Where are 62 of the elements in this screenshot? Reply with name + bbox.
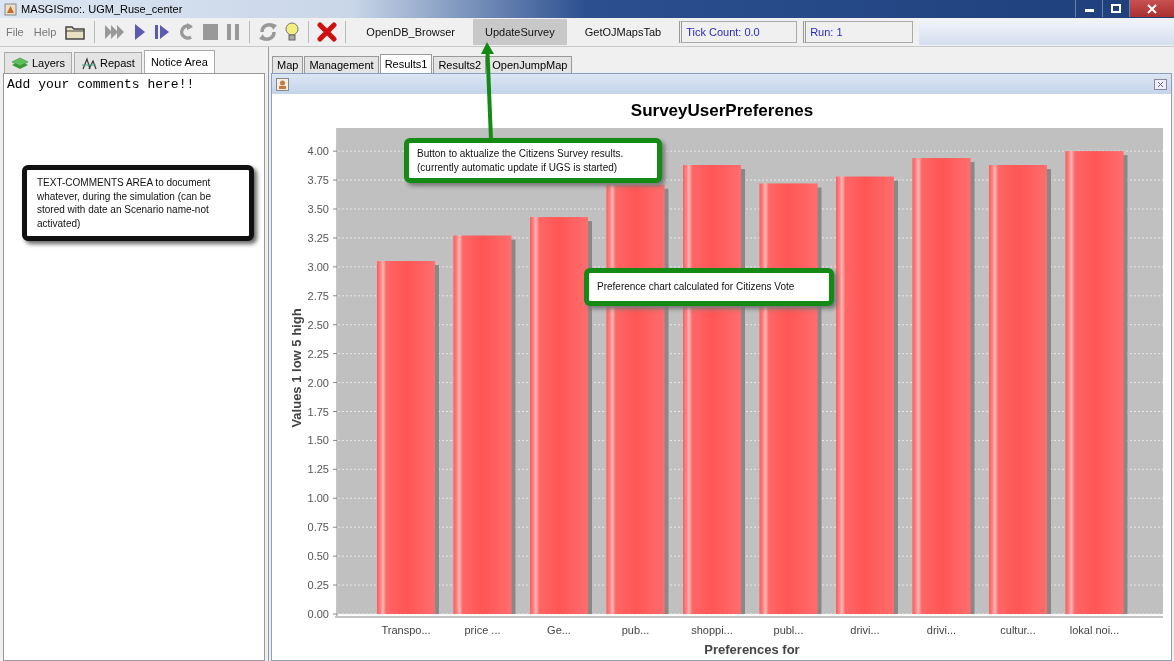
category-label: publ...	[773, 624, 804, 636]
refresh-icon[interactable]	[258, 21, 279, 43]
tick-label: 1.75	[307, 405, 329, 418]
category-label: cultur...	[1000, 624, 1036, 636]
lightbulb-icon[interactable]	[284, 21, 301, 43]
category-label: pub...	[621, 624, 650, 636]
view-tab[interactable]: OpenJumpMap	[487, 56, 573, 73]
close-icon[interactable]	[317, 21, 338, 43]
tick-label: 3.25	[307, 231, 329, 244]
chart-title: SurveyUserPreferenes	[630, 101, 814, 120]
frame-icon	[276, 77, 289, 91]
view-tab[interactable]: Map	[272, 56, 304, 73]
toolbar-button[interactable]: GetOJMapsTab	[572, 19, 674, 45]
status-field: Run: 1	[803, 21, 914, 43]
tick-label: 2.75	[307, 289, 329, 302]
close-button[interactable]	[1129, 0, 1174, 17]
tick-label: 0.25	[307, 579, 329, 592]
panel-tab[interactable]: Layers	[4, 52, 73, 73]
panel-tab[interactable]: Repast	[74, 52, 142, 73]
repast-icon	[81, 56, 98, 70]
category-label: shoppi...	[691, 624, 733, 636]
category-label: price ...	[464, 624, 501, 636]
toolbar-button[interactable]: OpenDB_Browser	[354, 19, 467, 45]
menu-item[interactable]: File	[4, 24, 26, 40]
tick-label: 2.00	[307, 376, 329, 389]
view-tab[interactable]: Management	[304, 56, 379, 73]
tick-label: 1.50	[307, 434, 329, 447]
view-tab[interactable]: Results2	[433, 56, 487, 73]
view-tab[interactable]: Results1	[379, 54, 433, 73]
maximize-icon	[1111, 4, 1121, 13]
close-icon	[1147, 3, 1157, 14]
pause-icon[interactable]	[225, 21, 242, 43]
annotation-note: TEXT-COMMENTS AREA to document whatever, during the simulation (can be stored with date an Scenario name-not activated)	[22, 165, 254, 241]
tick-label: 1.00	[307, 492, 329, 505]
tick-label: 0.00	[307, 608, 329, 620]
tick-label: 1.25	[307, 463, 329, 476]
close-icon[interactable]	[1154, 78, 1167, 90]
category-label: lokal noi...	[1069, 624, 1120, 636]
category-label: Transpo...	[381, 624, 431, 636]
annotation-note: Button to aktualize the Citizens Survey results. (currently automatic update if UGS is started)	[404, 138, 662, 183]
category-label: Ge...	[547, 624, 571, 636]
tick-label: 0.50	[307, 550, 329, 563]
tick-label: 2.25	[307, 347, 329, 360]
tick-label: 3.50	[307, 203, 329, 215]
annotation-note: Preference chart calculated for Citizens Vote	[584, 268, 834, 306]
tick-label: 2.50	[307, 318, 329, 331]
tick-label: 3.00	[307, 260, 329, 273]
layers-icon	[11, 56, 29, 70]
window-title: MASGISmo:. UGM_Ruse_center	[21, 3, 183, 15]
tick-label: 3.75	[307, 174, 329, 187]
panel-tab[interactable]: Notice Area	[143, 50, 215, 73]
status-field: Tick Count: 0.0	[679, 21, 798, 43]
toolbar-button[interactable]: UpdateSurvey	[473, 19, 567, 45]
axis-title: Preferences for	[704, 642, 800, 657]
category-label: drivi...	[926, 624, 957, 636]
tick-label: 0.75	[307, 521, 329, 534]
menu-item[interactable]: Help	[31, 24, 59, 40]
stop-icon[interactable]	[201, 21, 220, 43]
app-icon	[4, 2, 17, 16]
axis-title: Values 1 low 5 high	[289, 308, 304, 428]
category-label: drivi...	[850, 624, 880, 636]
tick-label: 4.00	[307, 145, 329, 158]
